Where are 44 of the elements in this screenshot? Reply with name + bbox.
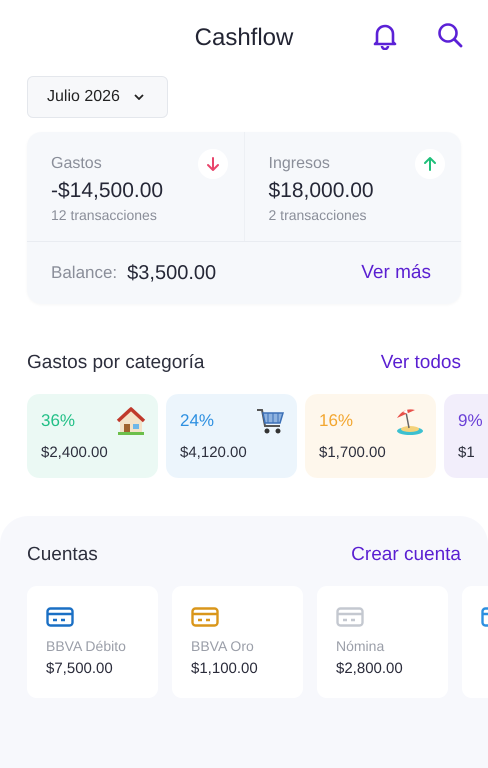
- category-percent: 24%: [180, 411, 214, 431]
- category-percent: 16%: [319, 411, 354, 431]
- see-more-link[interactable]: Ver más: [361, 262, 431, 284]
- category-amount: $2,400.00: [41, 444, 109, 461]
- category-percent: 9%: [458, 411, 483, 431]
- summary-amount: $18,000.00: [268, 179, 375, 203]
- account-name: BBVA Oro: [191, 638, 255, 654]
- bell-icon: [372, 22, 398, 50]
- category-card[interactable]: 24% $4,120.00: [166, 394, 297, 478]
- account-balance: $2,800.00: [336, 660, 404, 677]
- create-account-link[interactable]: Crear cuenta: [351, 544, 461, 566]
- search-button[interactable]: [437, 22, 463, 48]
- category-card[interactable]: 36% $2,400.00: [27, 394, 158, 478]
- category-card[interactable]: 16% $1,700.00: [305, 394, 436, 478]
- account-name: Nómina: [336, 638, 386, 654]
- app-title: Cashflow: [194, 24, 294, 52]
- notifications-button[interactable]: [372, 22, 398, 50]
- arrow-up-icon: [421, 155, 439, 173]
- summary-label: Ingresos: [268, 155, 330, 173]
- category-card[interactable]: 9% $1: [444, 394, 488, 478]
- transaction-count: 12 transacciones: [51, 207, 158, 223]
- section-title: Cuentas: [27, 544, 98, 566]
- cart-icon: [255, 406, 285, 436]
- account-balance: $7,500.00: [46, 660, 114, 677]
- category-amount: $1,700.00: [319, 444, 387, 461]
- summary-amount: -$14,500.00: [51, 179, 164, 203]
- category-percent: 36%: [41, 411, 76, 431]
- balance-label: Balance:: [51, 263, 118, 283]
- search-icon: [437, 22, 463, 48]
- balance-amount: $3,500.00: [127, 262, 218, 284]
- account-card[interactable]: BBVA Débito $7,500.00: [27, 586, 158, 698]
- category-amount: $1: [458, 444, 476, 461]
- house-icon: [116, 406, 146, 436]
- chevron-down-icon: [134, 94, 144, 100]
- summary-label: Gastos: [51, 155, 102, 173]
- month-dropdown[interactable]: Julio 2026: [27, 76, 168, 118]
- category-amount: $4,120.00: [180, 444, 248, 461]
- account-card[interactable]: Nómina $2,800.00: [317, 586, 448, 698]
- see-all-link[interactable]: Ver todos: [380, 352, 461, 374]
- transaction-count: 2 transacciones: [268, 207, 368, 223]
- account-name: BBVA Débito: [46, 638, 127, 654]
- account-balance: $1,100.00: [191, 660, 259, 677]
- section-title: Gastos por categoría: [27, 352, 204, 374]
- account-card[interactable]: BBVA Oro $1,100.00: [172, 586, 303, 698]
